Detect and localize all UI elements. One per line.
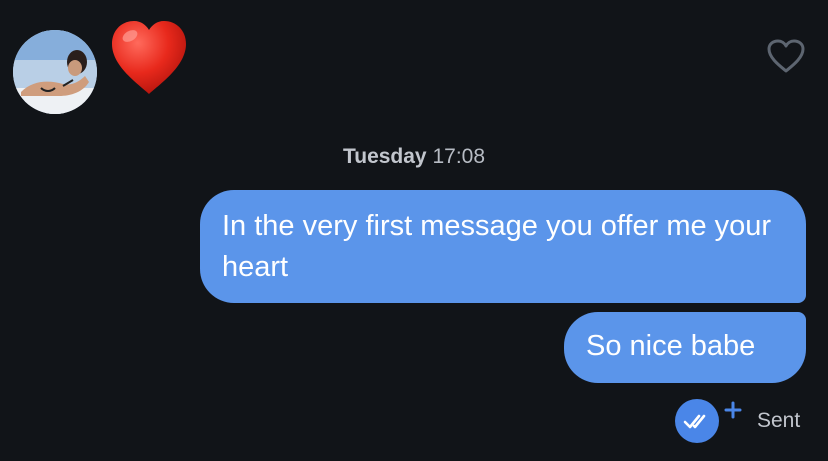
avatar-photo [13, 30, 97, 114]
red-heart-emoji [108, 18, 190, 96]
message-timestamp: Tuesday 17:08 [0, 145, 828, 169]
sent-message-bubble[interactable]: In the very first message you offer me y… [200, 190, 806, 303]
timestamp-day: Tuesday [342, 145, 427, 168]
read-receipt-badge[interactable] [674, 398, 744, 444]
timestamp-time: 17:08 [432, 145, 486, 168]
sent-message-bubble[interactable]: So nice babe [564, 312, 806, 383]
message-status: Sent [757, 409, 801, 432]
heart-outline-icon[interactable] [766, 38, 806, 74]
avatar[interactable] [13, 30, 97, 114]
